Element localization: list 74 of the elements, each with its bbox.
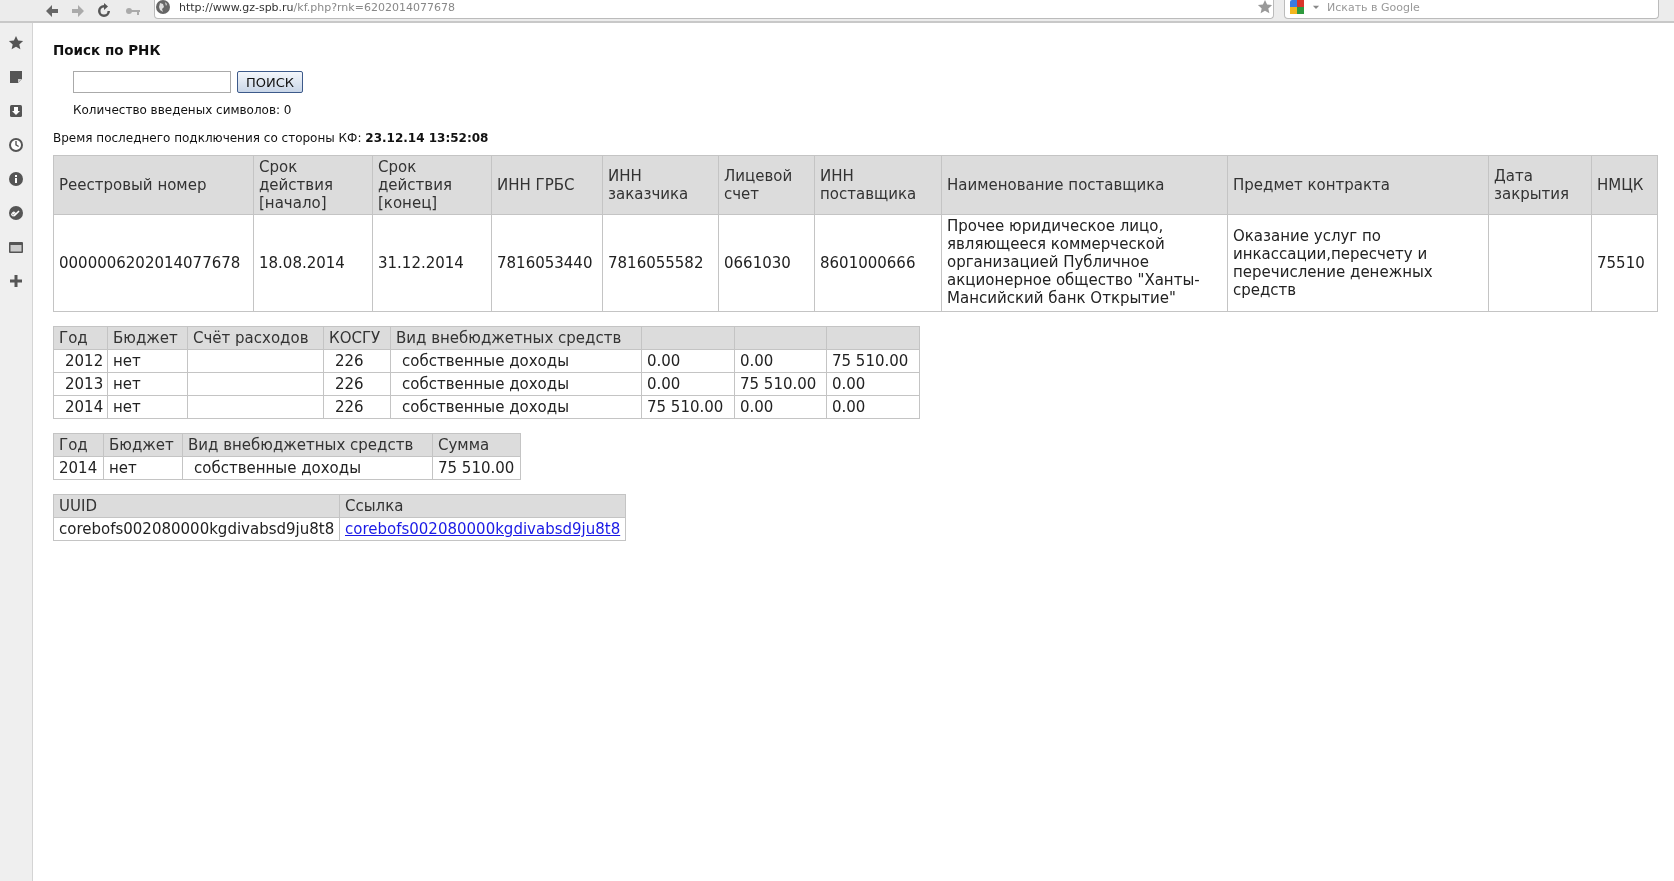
table-cell: 75510 [1591,214,1658,312]
table-cell: 0661030 [718,214,815,312]
column-header: Дата закрытия [1488,155,1592,215]
table-cell: собственные доходы [390,395,642,419]
table-cell: 75 510.00 [641,395,735,419]
column-header: Бюджет [103,433,183,457]
column-header: Срок действия [начало] [253,155,373,215]
table-cell: 226 [323,395,391,419]
page-title: Поиск по РНК [53,42,162,58]
column-header: Срок действия [конец] [372,155,492,215]
symbol-counter: Количество введеных символов: 0 [73,103,293,117]
column-header: ИНН заказчика [602,155,719,215]
table-cell: собственные доходы [390,372,642,396]
table-cell: нет [107,349,188,373]
info-icon[interactable] [8,171,24,187]
table-cell: corebofs002080000kgdivabsd9ju8t8 [53,517,340,541]
table-cell: 226 [323,372,391,396]
column-header: Наименование поставщика [941,155,1228,215]
clock-icon[interactable] [8,137,24,153]
rnk-input-field[interactable] [73,71,231,93]
table-cell: 7816053440 [491,214,603,312]
column-header: Вид внебюджетных средств [182,433,433,457]
table-cell: 18.08.2014 [253,214,373,312]
table-cell: нет [103,456,183,480]
table-cell: нет [107,372,188,396]
download-icon[interactable] [8,103,24,119]
table-cell: 2012 [53,349,108,373]
column-header: Счёт расходов [187,326,324,350]
reload-icon[interactable] [96,2,112,19]
table-cell: 8601000666 [814,214,942,312]
table-cell: 0.00 [734,395,827,419]
table-cell: собственные доходы [182,456,433,480]
table-cell: Оказание услуг по инкассации,пересчету и перечисление денежных средств [1227,214,1489,312]
bookmark-star-icon[interactable] [1257,0,1273,15]
plus-icon[interactable] [8,273,24,289]
google-logo-icon[interactable] [1289,0,1305,15]
last-connection-text: Время последнего подключения со стороны КФ: 23.12.14 13:52:08 [53,131,490,145]
window-icon[interactable] [8,239,24,255]
column-header: Вид внебюджетных средств [390,326,642,350]
column-header: ИНН ГРБС [491,155,603,215]
bookmarks-icon[interactable] [8,35,24,51]
column-header: Ссылка [339,494,626,518]
column-header: UUID [53,494,340,518]
table-cell: 226 [323,349,391,373]
column-header: Сумма [432,433,521,457]
table-cell: 75 510.00 [826,349,920,373]
table-cell: 2014 [53,395,108,419]
column-header: Лицевой счет [718,155,815,215]
column-header: Предмет контракта [1227,155,1489,215]
table-cell: 0.00 [734,349,827,373]
column-header: Год [53,326,108,350]
table-cell: 2013 [53,372,108,396]
table-cell: нет [107,395,188,419]
table-cell: 0.00 [641,372,735,396]
note-icon[interactable] [8,69,24,85]
column-header: КОСГУ [323,326,391,350]
table-cell: Прочее юридическое лицо, являющееся коммерческой организацией Публичное акционерное общество "Ханты-Мансийский банк Открытие" [941,214,1228,312]
table-cell: 31.12.2014 [372,214,492,312]
column-header: ИНН поставщика [814,155,942,215]
column-header: Бюджет [107,326,188,350]
search-button[interactable]: ПОИСК [237,71,304,93]
table-cell: 75 510.00 [432,456,521,480]
column-header: Год [53,433,104,457]
globe-icon[interactable] [155,0,171,15]
column-header: Реестровый номер [53,155,254,215]
table-cell: 0.00 [641,349,735,373]
table-cell: 7816055582 [602,214,719,312]
table-cell: 2014 [53,456,104,480]
table-cell: 0.00 [826,395,920,419]
table-cell: собственные доходы [390,349,642,373]
table-cell: 75 510.00 [734,372,827,396]
column-header: НМЦК [1591,155,1658,215]
table-cell: 0.00 [826,372,920,396]
table-cell: 0000006202014077678 [53,214,254,312]
